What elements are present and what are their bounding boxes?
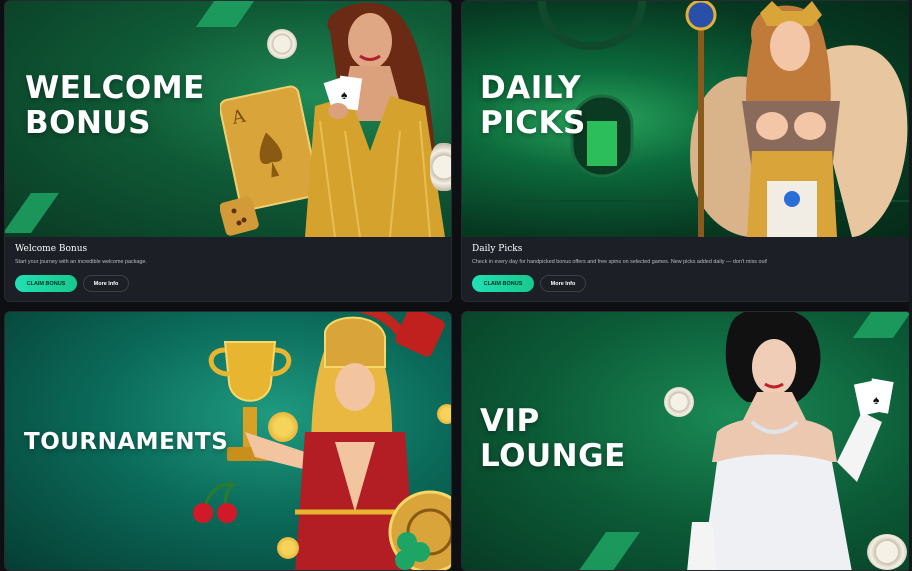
woman-in-white-dress-illustration: ♠ <box>687 312 894 570</box>
svg-text:♠: ♠ <box>341 88 348 102</box>
angel-warrior-illustration <box>685 1 908 237</box>
promotions-grid: A ♠ WELCOME BONUS Welcome Bonus Start yo… <box>0 0 912 571</box>
claim-bonus-button[interactable]: CLAIM BONUS <box>472 275 534 292</box>
promo-banner-welcome-bonus[interactable]: A ♠ WELCOME BONUS <box>5 1 451 237</box>
casino-chip <box>267 29 297 59</box>
decorative-slash <box>577 532 641 570</box>
promo-card-vip-lounge[interactable]: ♠ VIP LOUNGE <box>461 311 912 571</box>
promo-card-tournaments[interactable]: TOURNAMENTS <box>4 311 452 571</box>
gold-coin <box>277 537 299 559</box>
promo-description: Check in every day for handpicked bonus … <box>472 259 768 265</box>
casino-chip <box>664 387 694 417</box>
promo-title: Daily Picks <box>472 244 523 254</box>
casino-chip <box>430 143 451 191</box>
woman-with-cards-illustration: A ♠ <box>220 2 445 237</box>
promo-description: Start your journey with an incredible we… <box>15 259 147 265</box>
banner-title: WELCOME BONUS <box>25 70 205 141</box>
claim-bonus-button[interactable]: CLAIM BONUS <box>15 275 77 292</box>
promo-card-daily-picks[interactable]: DAILY PICKS Daily Picks Check in every d… <box>461 0 912 302</box>
promo-banner-daily-picks[interactable]: DAILY PICKS <box>462 1 911 237</box>
more-info-button[interactable]: More Info <box>540 275 586 292</box>
promo-info: Welcome Bonus Start your journey with an… <box>5 237 451 301</box>
decorative-slash <box>5 193 60 233</box>
promo-banner-vip-lounge[interactable]: ♠ VIP LOUNGE <box>462 312 911 570</box>
banner-title: TOURNAMENTS <box>24 429 229 455</box>
cherries-icon <box>193 482 237 523</box>
more-info-button[interactable]: More Info <box>83 275 129 292</box>
gold-coin <box>437 404 451 424</box>
promo-card-welcome-bonus[interactable]: A ♠ WELCOME BONUS Welcome Bonus Start yo… <box>4 0 452 302</box>
banner-title: VIP LOUNGE <box>480 403 626 474</box>
casino-chip <box>867 534 907 570</box>
banner-title: DAILY PICKS <box>480 70 586 141</box>
promo-title: Welcome Bonus <box>15 244 88 254</box>
promo-info: Daily Picks Check in every day for handp… <box>462 237 911 301</box>
promo-banner-tournaments[interactable]: TOURNAMENTS <box>5 312 451 570</box>
svg-text:♠: ♠ <box>873 393 880 407</box>
gold-coin <box>268 412 298 442</box>
